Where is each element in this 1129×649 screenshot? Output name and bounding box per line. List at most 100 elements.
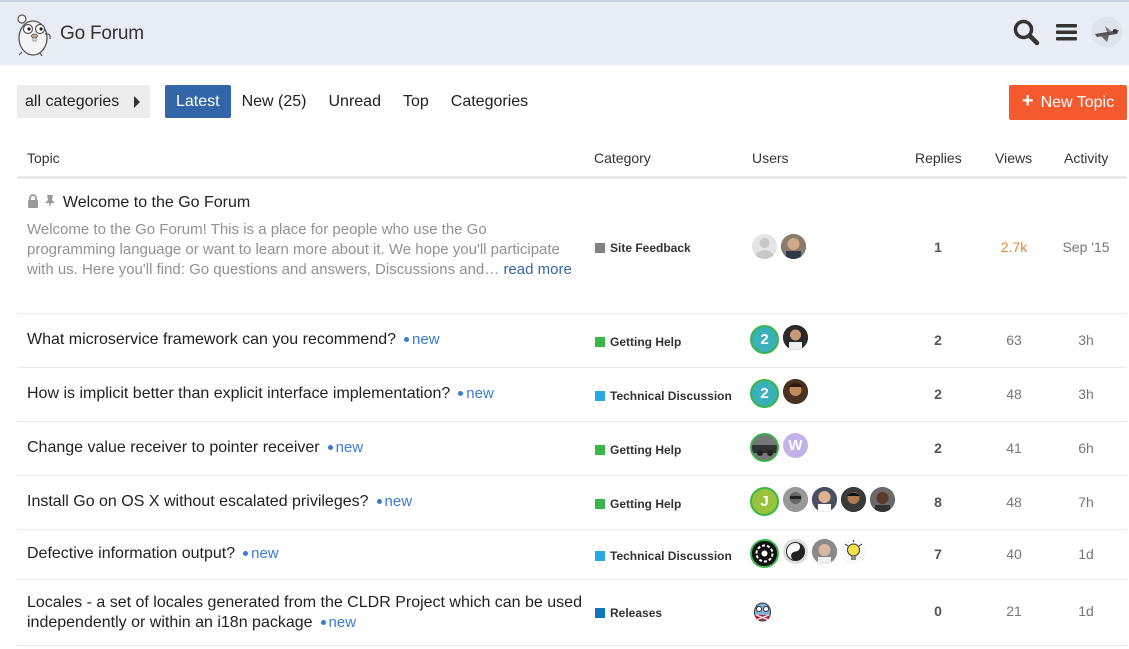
avatar[interactable] — [841, 539, 866, 564]
view-count: 41 — [1006, 440, 1022, 456]
hamburger-menu-icon[interactable] — [1053, 18, 1081, 46]
header-views[interactable]: Views — [995, 150, 1032, 166]
new-badge[interactable]: new — [376, 493, 412, 510]
category-dropdown[interactable]: all categories — [17, 85, 150, 118]
reply-count: 8 — [934, 494, 942, 510]
topic-excerpt: Welcome to the Go Forum! This is a place… — [27, 221, 560, 278]
category-badge[interactable]: Getting Help — [595, 497, 681, 511]
category-badge[interactable]: Technical Discussion — [595, 389, 732, 403]
avatar[interactable] — [783, 379, 808, 404]
reply-count: 2 — [934, 440, 942, 456]
avatar[interactable] — [841, 487, 866, 512]
topic-navigation: all categories Latest New (25) Unread To… — [17, 85, 539, 118]
avatar[interactable] — [750, 539, 779, 568]
topic-title[interactable]: Welcome to the Go Forum — [63, 194, 250, 211]
avatar[interactable] — [812, 539, 837, 564]
new-badge[interactable]: new — [404, 331, 440, 348]
new-badge[interactable]: new — [243, 545, 279, 562]
activity-time[interactable]: 3h — [1061, 332, 1111, 348]
poster-avatars — [750, 598, 779, 623]
topic-list-header: Topic Category Users Replies Views Activ… — [17, 145, 1127, 179]
topic-row: Locales - a set of locales generated fro… — [17, 580, 1127, 646]
avatar[interactable] — [750, 433, 779, 462]
gopher-logo-icon — [17, 14, 51, 56]
reply-count: 1 — [934, 239, 942, 255]
topic-row: Welcome to the Go Forum Welcome to the G… — [17, 181, 1127, 314]
new-badge[interactable]: new — [458, 385, 494, 402]
topic-title[interactable]: Install Go on OS X without escalated pri… — [27, 493, 369, 510]
topic-title[interactable]: Locales - a set of locales generated fro… — [27, 593, 597, 613]
topic-title-continued[interactable]: independently or within an i18n package — [27, 614, 313, 631]
view-count: 48 — [1006, 386, 1022, 402]
avatar[interactable]: W — [783, 433, 808, 458]
site-logo[interactable]: Go Forum — [16, 12, 144, 56]
lock-icon — [28, 194, 38, 208]
category-badge[interactable]: Releases — [595, 606, 662, 620]
topic-row: Install Go on OS X without escalated pri… — [17, 476, 1127, 530]
view-count: 2.7k — [1000, 239, 1028, 255]
category-badge[interactable]: Technical Discussion — [595, 549, 732, 563]
avatar[interactable] — [752, 234, 777, 259]
poster-avatars — [752, 234, 810, 259]
plus-icon: + — [1021, 90, 1034, 112]
header-users: Users — [752, 150, 789, 166]
tab-categories[interactable]: Categories — [440, 85, 539, 118]
avatar[interactable] — [750, 598, 775, 623]
list-tabs: Latest New (25) Unread Top Categories — [165, 85, 539, 118]
current-user-avatar[interactable] — [1091, 16, 1123, 48]
category-badge[interactable]: Getting Help — [595, 335, 681, 349]
avatar[interactable] — [783, 325, 808, 350]
category-badge[interactable]: Site Feedback — [595, 241, 691, 255]
poster-avatars: W — [750, 433, 812, 462]
activity-time[interactable]: Sep '15 — [1061, 239, 1111, 255]
header-activity[interactable]: Activity — [1064, 150, 1108, 166]
header-replies[interactable]: Replies — [915, 150, 962, 166]
activity-time[interactable]: 1d — [1061, 603, 1111, 619]
tab-unread[interactable]: Unread — [318, 85, 392, 118]
activity-time[interactable]: 6h — [1061, 440, 1111, 456]
new-dot-icon — [404, 336, 410, 342]
tab-latest[interactable]: Latest — [165, 85, 231, 118]
new-dot-icon — [320, 619, 326, 625]
category-badge[interactable]: Getting Help — [595, 443, 681, 457]
reply-count: 0 — [934, 603, 942, 619]
avatar[interactable]: 2 — [750, 325, 779, 354]
topic-row: How is implicit better than explicit int… — [17, 368, 1127, 422]
avatar[interactable] — [812, 487, 837, 512]
caret-right-icon — [134, 96, 140, 108]
reply-count: 2 — [934, 386, 942, 402]
read-more-link[interactable]: read more — [503, 261, 571, 278]
header-topic[interactable]: Topic — [27, 150, 60, 166]
topic-row: What microservice framework can you reco… — [17, 314, 1127, 368]
activity-time[interactable]: 7h — [1061, 494, 1111, 510]
avatar[interactable] — [783, 539, 808, 564]
topic-title[interactable]: How is implicit better than explicit int… — [27, 385, 450, 402]
activity-time[interactable]: 1d — [1061, 546, 1111, 562]
tab-top[interactable]: Top — [392, 85, 440, 118]
pin-icon — [45, 195, 56, 208]
avatar[interactable]: 2 — [750, 379, 779, 408]
tab-new[interactable]: New (25) — [231, 85, 318, 118]
reply-count: 7 — [934, 546, 942, 562]
reply-count: 2 — [934, 332, 942, 348]
avatar[interactable] — [781, 234, 806, 259]
topic-title[interactable]: Change value receiver to pointer receive… — [27, 439, 320, 456]
poster-avatars: J — [750, 487, 899, 516]
new-badge[interactable]: new — [327, 439, 363, 456]
view-count: 63 — [1006, 332, 1022, 348]
new-topic-label: New Topic — [1040, 93, 1115, 111]
avatar[interactable]: J — [750, 487, 779, 516]
site-header: Go Forum — [0, 0, 1129, 65]
avatar[interactable] — [870, 487, 895, 512]
header-category[interactable]: Category — [594, 150, 651, 166]
topic-row: Defective information output? new Technic… — [17, 530, 1127, 580]
poster-avatars — [750, 539, 870, 568]
avatar[interactable] — [783, 487, 808, 512]
search-icon[interactable] — [1012, 18, 1040, 46]
new-topic-button[interactable]: + New Topic — [1009, 85, 1127, 120]
topic-title[interactable]: Defective information output? — [27, 545, 235, 562]
activity-time[interactable]: 3h — [1061, 386, 1111, 402]
site-title: Go Forum — [60, 23, 144, 44]
topic-title[interactable]: What microservice framework can you reco… — [27, 331, 396, 348]
new-badge[interactable]: new — [320, 614, 356, 631]
